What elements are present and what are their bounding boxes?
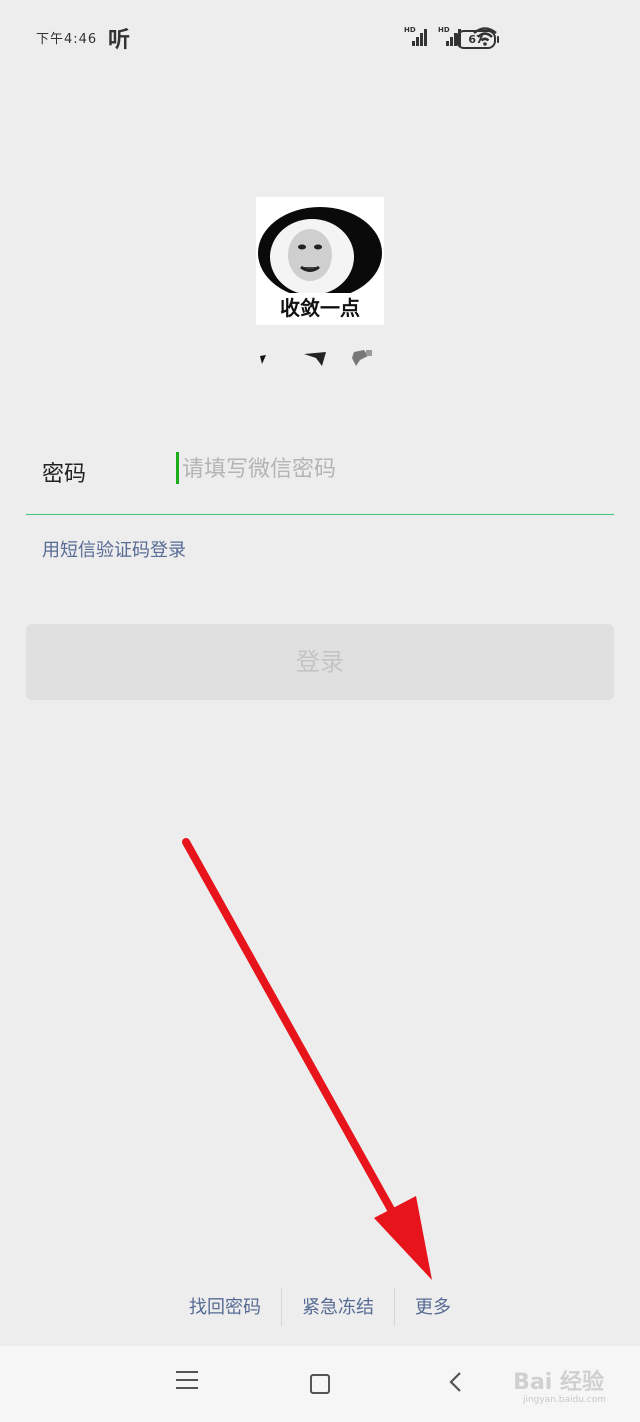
menu-icon[interactable]: [176, 1371, 198, 1389]
home-icon[interactable]: [310, 1374, 330, 1394]
more-link[interactable]: 更多: [395, 1288, 471, 1328]
avatar-caption: 收敛一点: [280, 296, 360, 320]
text-cursor: [176, 452, 179, 484]
ting-icon: 听: [108, 28, 131, 53]
avatar: 收敛一点: [256, 197, 384, 325]
watermark-url: jingyan.baidu.com: [522, 1395, 606, 1405]
back-icon[interactable]: [446, 1370, 466, 1394]
emergency-freeze-link[interactable]: 紧急冻结: [282, 1288, 394, 1328]
find-password-link[interactable]: 找回密码: [169, 1288, 281, 1328]
password-row: 密码: [26, 440, 614, 515]
nickname-redacted: [260, 350, 372, 366]
status-time: 下午4:46: [36, 32, 98, 47]
sms-login-link[interactable]: 用短信验证码登录: [42, 536, 186, 562]
battery-icon: 67: [456, 30, 499, 49]
password-label: 密码: [42, 462, 87, 487]
status-bar: 下午4:46 听 HD HD 67: [0, 0, 640, 76]
footer-links: 找回密码 紧急冻结 更多: [0, 1288, 640, 1328]
watermark-logo: Bai 经验: [513, 1370, 604, 1395]
signal-icon: HD: [404, 26, 430, 46]
login-button[interactable]: 登录: [26, 624, 614, 700]
password-input[interactable]: [180, 450, 604, 488]
